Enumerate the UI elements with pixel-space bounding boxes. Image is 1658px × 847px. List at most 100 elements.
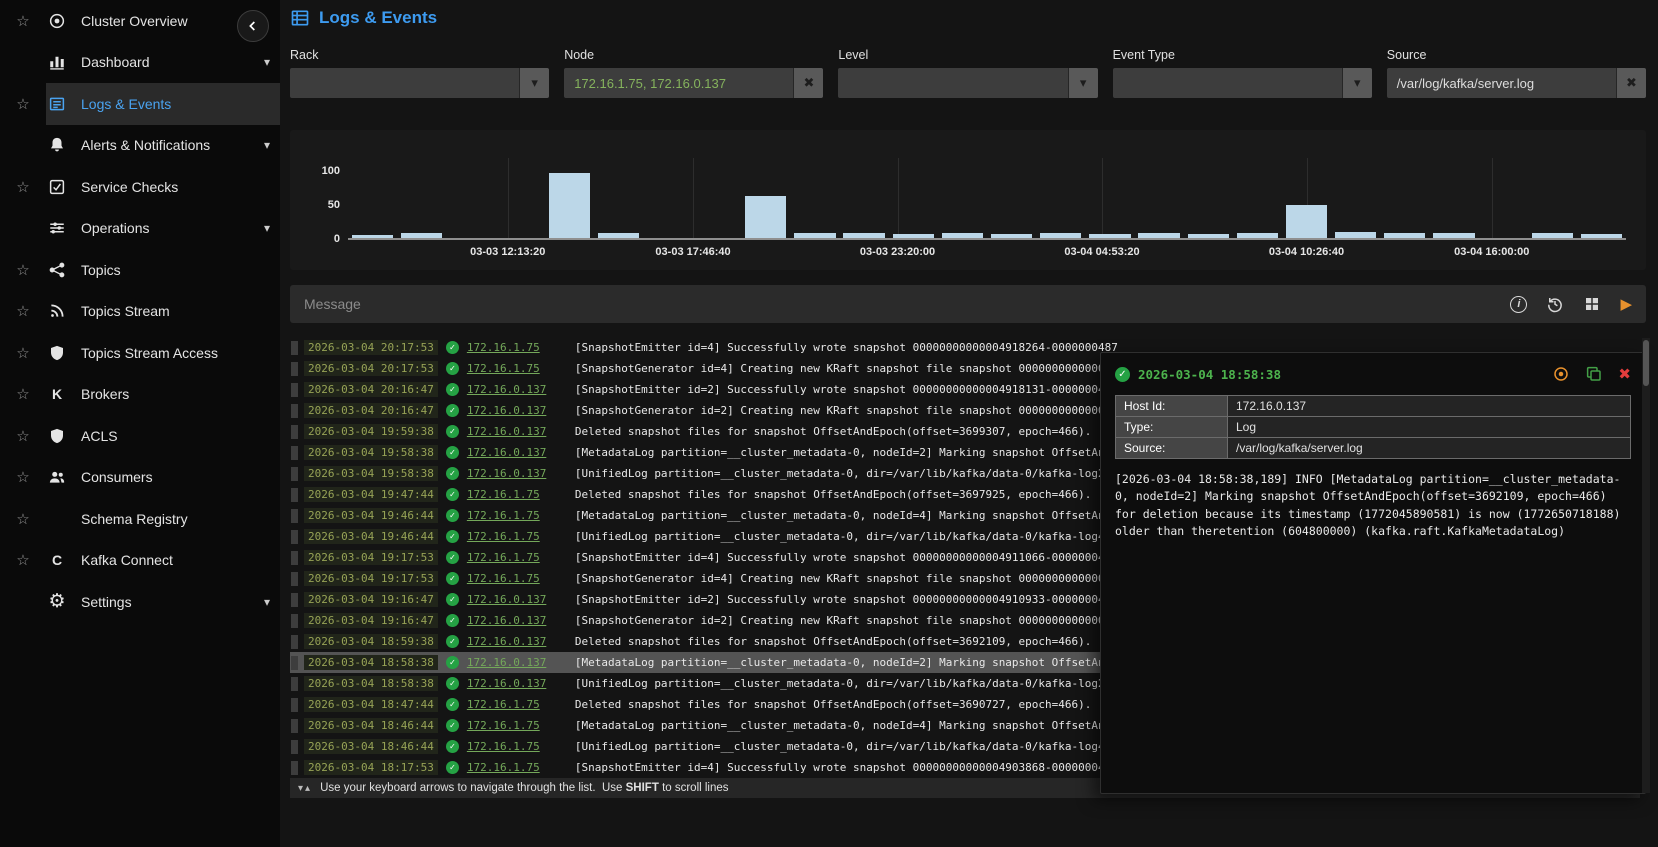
history-icon[interactable] xyxy=(1546,295,1564,313)
sidebar-row: ☆ Schema Registry xyxy=(0,498,280,540)
chevron-down-icon[interactable]: ▾ xyxy=(1067,68,1098,98)
sidebar-item-brokers[interactable]: K Brokers xyxy=(46,374,280,416)
star-icon[interactable]: ☆ xyxy=(0,83,46,125)
rack-select[interactable] xyxy=(290,68,520,98)
sidebar-item-topics-stream-access[interactable]: Topics Stream Access xyxy=(46,332,280,374)
log-timestamp: 2026-03-04 20:17:53 xyxy=(304,340,438,355)
log-timestamp: 2026-03-04 19:46:44 xyxy=(304,508,438,523)
x-axis-tick-label: 03-03 12:13:20 xyxy=(470,246,546,258)
scroll-down-icon: ▾ xyxy=(298,782,306,794)
node-filter-value[interactable]: 172.16.1.75, 172.16.0.137 xyxy=(564,68,794,98)
log-message: Deleted snapshot files for snapshot Offs… xyxy=(574,635,1092,648)
star-icon[interactable]: ☆ xyxy=(0,291,46,333)
sidebar-item-alerts-notifications[interactable]: Alerts & Notifications ▾ xyxy=(46,125,280,167)
node-ip-link[interactable]: 172.16.0.137 xyxy=(467,635,563,648)
node-ip-link[interactable]: 172.16.0.137 xyxy=(467,425,563,438)
node-ip-link[interactable]: 172.16.1.75 xyxy=(467,698,563,711)
sidebar-item-schema-registry[interactable]: Schema Registry xyxy=(46,498,280,540)
chevron-down-icon: ▾ xyxy=(263,594,270,609)
star-icon xyxy=(0,208,46,250)
severity-indicator xyxy=(291,382,298,397)
clear-icon[interactable]: ✖ xyxy=(1616,68,1646,98)
sidebar-item-topics[interactable]: Topics xyxy=(46,249,280,291)
node-ip-link[interactable]: 172.16.0.137 xyxy=(467,656,563,669)
sidebar-item-acls[interactable]: ACLS xyxy=(46,415,280,457)
star-icon[interactable]: ☆ xyxy=(0,249,46,291)
scroll-up-icon: ▴ xyxy=(305,782,313,794)
scrollbar-thumb[interactable] xyxy=(1643,340,1649,386)
node-ip-link[interactable]: 172.16.1.75 xyxy=(467,488,563,501)
log-timestamp: 2026-03-04 20:17:53 xyxy=(304,361,438,376)
node-ip-link[interactable]: 172.16.1.75 xyxy=(467,572,563,585)
log-timestamp: 2026-03-04 19:17:53 xyxy=(304,550,438,565)
node-ip-link[interactable]: 172.16.1.75 xyxy=(467,740,563,753)
sidebar-item-dashboard[interactable]: Dashboard ▾ xyxy=(46,42,280,84)
chevron-down-icon[interactable]: ▾ xyxy=(1341,68,1372,98)
run-query-icon[interactable]: ▶ xyxy=(1620,295,1632,313)
log-timestamp: 2026-03-04 18:47:44 xyxy=(304,697,438,712)
star-icon[interactable]: ☆ xyxy=(0,0,46,42)
field-label: Type: xyxy=(1116,417,1228,437)
star-icon[interactable]: ☆ xyxy=(0,374,46,416)
node-ip-link[interactable]: 172.16.1.75 xyxy=(467,551,563,564)
grid-view-icon[interactable] xyxy=(1583,295,1601,313)
node-ip-link[interactable]: 172.16.0.137 xyxy=(467,404,563,417)
sidebar-item-consumers[interactable]: Consumers xyxy=(46,457,280,499)
sidebar-row: ☆ C Kafka Connect xyxy=(0,540,280,582)
node-ip-link[interactable]: 172.16.0.137 xyxy=(467,614,563,627)
sidebar-collapse-button[interactable] xyxy=(237,10,269,42)
message-search-input[interactable] xyxy=(304,296,1511,312)
node-ip-link[interactable]: 172.16.0.137 xyxy=(467,467,563,480)
sidebar-item-service-checks[interactable]: Service Checks xyxy=(46,166,280,208)
severity-indicator xyxy=(291,676,298,691)
sidebar-item-topics-stream[interactable]: Topics Stream xyxy=(46,291,280,333)
node-ip-link[interactable]: 172.16.0.137 xyxy=(467,593,563,606)
sidebar-row: ☆ K Brokers xyxy=(0,374,280,416)
check-circle-icon: ✓ xyxy=(445,698,459,711)
histogram-bar xyxy=(843,233,885,238)
sidebar-item-logs-events[interactable]: Logs & Events xyxy=(46,83,280,125)
main-content: Logs & Events Rack ▾ Node 172.16.1.75, 1… xyxy=(280,0,1658,847)
log-list-scrollbar[interactable] xyxy=(1642,338,1650,793)
node-ip-link[interactable]: 172.16.1.75 xyxy=(467,719,563,732)
node-ip-link[interactable]: 172.16.1.75 xyxy=(467,362,563,375)
star-icon[interactable]: ☆ xyxy=(0,166,46,208)
star-icon[interactable]: ☆ xyxy=(0,498,46,540)
log-message: [SnapshotEmitter id=2] Successfully wrot… xyxy=(574,383,1118,396)
check-circle-icon: ✓ xyxy=(445,614,459,627)
star-icon[interactable]: ☆ xyxy=(0,415,46,457)
node-ip-link[interactable]: 172.16.0.137 xyxy=(467,677,563,690)
close-icon[interactable]: ✖ xyxy=(1618,367,1631,382)
node-ip-link[interactable]: 172.16.0.137 xyxy=(467,383,563,396)
check-circle-icon: ✓ xyxy=(445,404,459,417)
info-icon[interactable]: i xyxy=(1510,295,1528,313)
node-ip-link[interactable]: 172.16.1.75 xyxy=(467,341,563,354)
source-filter-value[interactable]: /var/log/kafka/server.log xyxy=(1386,68,1616,98)
field-value: Log xyxy=(1228,417,1630,437)
star-icon[interactable]: ☆ xyxy=(0,457,46,499)
chart-gridline xyxy=(1491,158,1493,238)
clear-icon[interactable]: ✖ xyxy=(793,68,824,98)
filter-label: Level xyxy=(838,48,869,62)
sidebar-item-operations[interactable]: Operations ▾ xyxy=(46,208,280,250)
severity-indicator xyxy=(291,466,298,481)
sliders-icon xyxy=(46,218,68,238)
node-ip-link[interactable]: 172.16.1.75 xyxy=(467,509,563,522)
node-ip-link[interactable]: 172.16.1.75 xyxy=(467,761,563,774)
copy-icon[interactable] xyxy=(1585,365,1603,383)
histogram-bar xyxy=(401,233,443,238)
sidebar-row: ☆ ACLS xyxy=(0,415,280,457)
severity-indicator xyxy=(291,760,298,775)
event-type-select[interactable] xyxy=(1112,68,1342,98)
severity-indicator xyxy=(291,550,298,565)
node-ip-link[interactable]: 172.16.1.75 xyxy=(467,530,563,543)
check-circle-icon: ✓ xyxy=(445,341,459,354)
node-ip-link[interactable]: 172.16.0.137 xyxy=(467,446,563,459)
sidebar-item-kafka-connect[interactable]: C Kafka Connect xyxy=(46,540,280,582)
sidebar-item-settings[interactable]: ⚙ Settings ▾ xyxy=(46,581,280,623)
level-select[interactable] xyxy=(838,68,1068,98)
star-icon[interactable]: ☆ xyxy=(0,540,46,582)
star-icon[interactable]: ☆ xyxy=(0,332,46,374)
record-icon[interactable] xyxy=(1552,365,1570,383)
chevron-down-icon[interactable]: ▾ xyxy=(519,68,550,98)
